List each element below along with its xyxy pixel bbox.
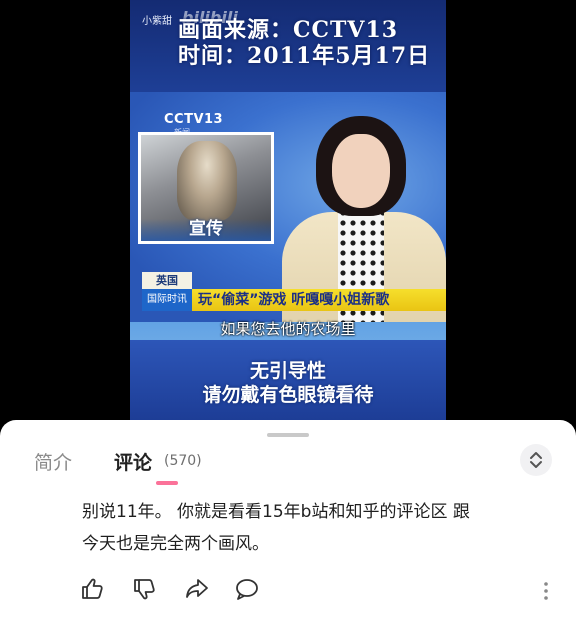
headline-text: 玩“偷菜”游戏 听嘎嘎小姐新歌	[198, 292, 390, 308]
inset-image: 宣传	[138, 132, 274, 244]
more-vertical-icon	[544, 582, 548, 600]
program-tag: 国际时讯	[142, 289, 192, 311]
tab-comments[interactable]: 评论	[114, 448, 152, 475]
anchor-face	[332, 134, 390, 208]
reply-button[interactable]	[234, 576, 260, 602]
dislike-button[interactable]	[132, 576, 158, 602]
more-options-button[interactable]	[538, 580, 554, 602]
share-icon	[186, 579, 208, 598]
reply-bubble-icon	[236, 579, 258, 600]
comments-count: (570)	[164, 453, 202, 469]
inset-caption: 宣传	[189, 219, 223, 239]
app-screen: 小紫甜 bilibili 画面来源：CCTV13 时间：2011年5月17日 C…	[0, 0, 576, 632]
inset-figure	[177, 141, 237, 221]
thumbs-up-icon	[82, 578, 103, 599]
like-button[interactable]	[80, 576, 106, 602]
comment-line-2: 今天也是完全两个画风。	[82, 534, 269, 554]
drag-handle[interactable]	[267, 433, 309, 437]
thumbs-down-icon	[134, 579, 155, 600]
uploader-watermark: 小紫甜	[142, 16, 172, 27]
comment-text: 别说11年。 你就是看看15年b站和知乎的评论区 跟 今天也是完全两个画风。	[82, 496, 552, 560]
sort-toggle-icon	[530, 452, 542, 468]
notice-line-1: 无引导性	[249, 360, 326, 382]
active-tab-indicator	[156, 481, 178, 485]
video-subtitle: 如果您去他的农场里	[220, 320, 356, 338]
share-button[interactable]	[184, 576, 210, 602]
region-tag: 英国	[142, 272, 192, 289]
video-player[interactable]: 小紫甜 bilibili 画面来源：CCTV13 时间：2011年5月17日 C…	[130, 0, 446, 420]
comment-sheet: 简介 评论 (570) 别说11年。 你就是看看15年b站和知乎的评论区 跟 今…	[0, 420, 576, 632]
comment-line-1: 别说11年。 你就是看看15年b站和知乎的评论区 跟	[82, 502, 470, 522]
sort-button[interactable]	[520, 444, 552, 476]
bottom-strip	[0, 626, 576, 632]
tab-intro[interactable]: 简介	[34, 448, 72, 475]
channel-logo: CCTV13	[164, 112, 224, 127]
notice-line-2: 请勿戴有色眼镜看待	[202, 384, 374, 406]
date-caption: 时间：2011年5月17日	[178, 43, 431, 69]
